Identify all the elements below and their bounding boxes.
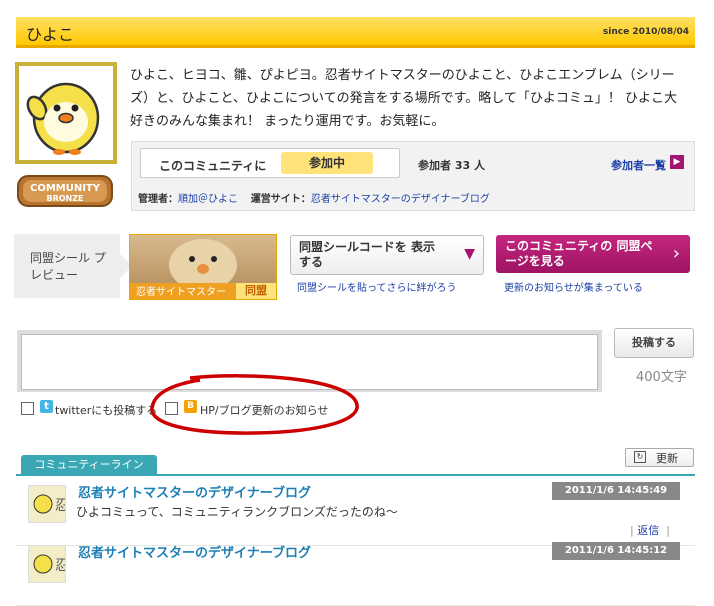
join-status: このコミュニティに 参加中: [140, 148, 400, 178]
alliance-page-button[interactable]: このコミュニティの 同盟ページを見る ›: [496, 235, 690, 273]
show-seal-code-label: 同盟シールコードを 表示する: [299, 240, 435, 269]
admin-label: 管理者：: [138, 194, 178, 205]
blog-icon: B: [184, 400, 197, 413]
post-button[interactable]: 投稿する: [614, 328, 694, 358]
twitter-checkbox[interactable]: [21, 402, 34, 415]
twitter-icon: t: [40, 400, 53, 413]
community-bronze-badge: COMMUNITY BRONZE: [17, 174, 113, 208]
alliance-page-note[interactable]: 更新のお知らせが集まっている: [504, 279, 643, 294]
char-limit: 400文字: [636, 370, 687, 385]
chevron-down-icon: ▼: [464, 246, 475, 262]
svg-text:忍: 忍: [55, 558, 65, 574]
refresh-label: 更新: [656, 452, 678, 465]
member-count: 参加者 33 人: [418, 159, 485, 172]
show-seal-code-button[interactable]: 同盟シールコードを 表示する ▼: [290, 235, 484, 275]
hp-update-checkbox[interactable]: [165, 402, 178, 415]
entry-time: 2011/1/6 14:45:12: [552, 542, 680, 560]
reply-link[interactable]: | 返信 |: [630, 522, 670, 538]
join-panel: このコミュニティに 参加中 参加者 33 人 参加者一覧 ▶ 管理者：順加＠ひよ…: [131, 141, 695, 211]
svg-text:BRONZE: BRONZE: [46, 194, 83, 203]
since-date: since 2010/08/04: [602, 27, 689, 37]
seal-tag: 同盟: [236, 283, 276, 299]
community-header: ひよこ since 2010/08/04: [16, 17, 695, 48]
site-label: 運営サイト：: [250, 194, 311, 205]
join-label: このコミュニティに: [159, 159, 267, 173]
refresh-icon: ↻: [634, 451, 646, 463]
community-description: ひよこ、ヒヨコ、雛、ぴよピヨ。忍者サイトマスターのひよこと、ひよこエンブレム（シ…: [130, 68, 678, 129]
entry-time: 2011/1/6 14:45:49: [552, 482, 680, 500]
community-title: ひよこ: [26, 25, 75, 44]
entry-avatar[interactable]: 忍: [28, 545, 69, 583]
svg-text:COMMUNITY: COMMUNITY: [30, 183, 101, 194]
tab-community-line[interactable]: コミュニティーライン: [21, 455, 157, 474]
chevron-right-icon: ›: [672, 243, 680, 264]
site-link[interactable]: 忍者サイトマスターのデザイナーブログ: [311, 194, 490, 205]
reply-label: 返信: [637, 524, 660, 537]
seal-name: 忍者サイトマスター: [136, 287, 226, 298]
post-box: [17, 330, 602, 392]
alliance-seal-image[interactable]: 忍者サイトマスター 同盟: [129, 234, 277, 300]
community-avatar: [15, 62, 117, 164]
seal-code-note[interactable]: 同盟シールを貼ってさらに絆がろう: [297, 279, 457, 294]
alliance-page-label: このコミュニティの 同盟ページを見る: [505, 239, 653, 268]
entry-title[interactable]: 忍者サイトマスターのデザイナーブログ: [78, 482, 311, 501]
admin-row: 管理者：順加＠ひよこ 運営サイト：忍者サイトマスターのデザイナーブログ: [138, 190, 490, 205]
chick-image: [19, 66, 113, 160]
entry-avatar[interactable]: 忍: [28, 485, 69, 523]
timeline-entry: 忍 忍者サイトマスターのデザイナーブログ 2011/1/6 14:45:49 ひ…: [16, 477, 695, 546]
post-input[interactable]: [21, 334, 598, 390]
entry-title[interactable]: 忍者サイトマスターのデザイナーブログ: [78, 542, 311, 561]
entry-body: ひよコミュって、コミュニティランクブロンズだったのね～: [76, 505, 398, 519]
admin-link[interactable]: 順加＠ひよこ: [178, 194, 238, 205]
arrow-right-icon[interactable]: ▶: [670, 155, 684, 169]
refresh-button[interactable]: ↻ 更新: [625, 448, 694, 467]
timeline-entry: 忍 忍者サイトマスターのデザイナーブログ 2011/1/6 14:45:12: [16, 537, 695, 606]
joined-button[interactable]: 参加中: [281, 152, 373, 174]
svg-text:忍: 忍: [55, 498, 65, 514]
twitter-label: twitterにも投稿する: [55, 404, 158, 417]
tab-underline: [16, 474, 695, 476]
alliance-preview-label: 同盟シール プレビュー: [30, 251, 106, 282]
alliance-preview-label-box: 同盟シール プレビュー: [14, 234, 132, 298]
member-list-link[interactable]: 参加者一覧: [611, 157, 666, 173]
hp-update-label: HP/ブログ更新のお知らせ: [200, 404, 329, 417]
